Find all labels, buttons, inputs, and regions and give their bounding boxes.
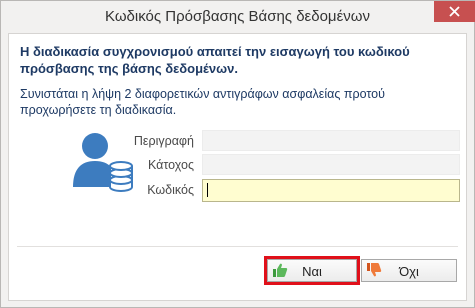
highlight-box [264,256,360,285]
password-label: Κωδικός [147,183,194,197]
no-button-label: Όχι [399,264,419,279]
no-button[interactable]: Όχι [361,259,457,282]
dialog-body: Η διαδικασία συγχρονισμού απαιτεί την ει… [8,33,467,301]
text-caret [207,183,208,197]
close-icon [449,6,460,17]
password-field[interactable] [202,179,460,202]
message-subline: Συνιστάται η λήψη 2 διαφορετικών αντιγρά… [20,87,385,117]
description-label: Περιγραφή [133,134,194,148]
description-field[interactable] [202,130,460,151]
close-button[interactable] [434,1,475,22]
title-bar[interactable]: Κωδικός Πρόσβασης Βάσης δεδομένων [1,1,475,33]
footer-divider [17,246,458,247]
window-title: Κωδικός Πρόσβασης Βάσης δεδομένων [105,8,370,25]
dialog-window: Κωδικός Πρόσβασης Βάσης δεδομένων Η διαδ… [0,0,475,308]
owner-field[interactable] [202,154,460,175]
message-headline: Η διαδικασία συγχρονισμού απαιτεί την ει… [20,44,410,76]
owner-label: Κάτοχος [148,158,194,172]
